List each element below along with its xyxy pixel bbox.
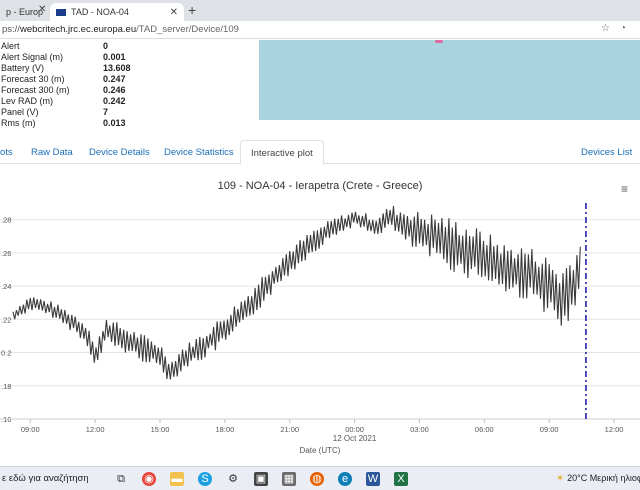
series-line <box>12 205 581 380</box>
x-tick-label: 03:00 <box>410 425 429 434</box>
y-tick-label: .26 <box>1 249 11 258</box>
field-value: 0 <box>103 41 109 51</box>
field-value: 7 <box>103 107 109 117</box>
x-tick-label: 12:00 <box>86 425 105 434</box>
weather-widget[interactable]: ☀ 20°C Μερική ηλιοφ <box>556 473 640 484</box>
tab-device-details[interactable]: Device Details <box>89 147 150 158</box>
sun-icon: ☀ <box>556 473 565 483</box>
tab-2-title: TAD - NOA-04 <box>71 7 129 17</box>
field-label: Forecast 300 (m) <box>1 85 70 95</box>
field-value: 0.242 <box>103 96 126 106</box>
settings-icon[interactable]: ⚙ <box>226 472 240 486</box>
browser-tab-1[interactable]: p - Europ <box>0 3 56 21</box>
chart-svg[interactable]: .28.26.24.220.2.18.16 09:00 12:00 15:00 18:… <box>0 195 640 460</box>
x-tick-label: 09:00 <box>21 425 40 434</box>
firefox-icon[interactable]: ◍ <box>310 472 324 486</box>
field-value: 13.608 <box>103 63 131 73</box>
chrome-icon[interactable]: ◉ <box>142 472 156 486</box>
field-label: Alert Signal (m) <box>1 52 64 62</box>
x-axis-ticks: 09:00 12:00 15:00 18:00 21:00 00:00 03:00 06:00… <box>0 418 640 434</box>
extension-icon[interactable]: ◔ <box>620 23 636 34</box>
url-path: /TAD_server/Device/109 <box>136 24 239 35</box>
tab-plots[interactable]: ots <box>0 147 13 158</box>
x-tick-label: 12:00 <box>605 425 624 434</box>
field-label: Panel (V) <box>1 107 39 117</box>
chart-menu-icon[interactable]: ≡ <box>621 182 628 196</box>
data-row: Battery (V) 13.608 <box>0 63 200 74</box>
x-tick-label: 21:00 <box>280 425 299 434</box>
field-label: Battery (V) <box>1 63 45 73</box>
browser-tab-2[interactable]: TAD - NOA-04 ✕ <box>50 3 184 21</box>
task-view-icon[interactable]: ⧉ <box>114 472 128 486</box>
calculator-icon[interactable]: ▦ <box>282 472 296 486</box>
tab-devices-list[interactable]: Devices List <box>581 147 632 158</box>
taskbar: ε εδώ για αναζήτηση ⧉ ◉ ▬ S ⚙ ▣ ▦ ◍ e W … <box>0 466 640 490</box>
y-axis-ticks: .28.26.24.220.2.18.16 <box>1 216 11 424</box>
new-tab-icon[interactable]: + <box>188 2 196 18</box>
excel-icon[interactable]: X <box>394 472 408 486</box>
field-label: Lev RAD (m) <box>1 96 54 106</box>
store-icon[interactable]: ▣ <box>254 472 268 486</box>
url-text[interactable]: ps://webcritech.jrc.ec.europa.eu/TAD_ser… <box>2 24 239 35</box>
y-tick-label: .24 <box>1 282 11 291</box>
tab-raw-data[interactable]: Raw Data <box>31 147 73 158</box>
y-tick-label: .28 <box>1 216 11 225</box>
field-label: Rms (m) <box>1 118 36 128</box>
url-host: webcritech.jrc.ec.europa.eu <box>19 24 137 35</box>
map-panel[interactable] <box>259 40 640 120</box>
skype-icon[interactable]: S <box>198 472 212 486</box>
word-icon[interactable]: W <box>366 472 380 486</box>
chart-grid <box>0 219 640 420</box>
date-label: 12 Oct 2021 <box>333 434 377 443</box>
data-row: Lev RAD (m) 0.242 <box>0 96 200 107</box>
taskbar-search[interactable]: ε εδώ για αναζήτηση <box>2 473 89 484</box>
address-bar-icons: ☆◔ <box>601 23 636 34</box>
field-value: 0.246 <box>103 85 126 95</box>
x-axis-title: Date (UTC) <box>300 446 341 455</box>
edge-icon[interactable]: e <box>338 472 352 486</box>
data-row: Panel (V) 7 <box>0 107 200 118</box>
field-label: Alert <box>1 41 20 51</box>
url-scheme: ps:// <box>2 24 20 35</box>
star-icon[interactable]: ☆ <box>601 23 620 34</box>
chart-title: 109 - NOA-04 - Ierapetra (Crete - Greece… <box>217 180 423 192</box>
y-tick-label: 0.2 <box>1 349 11 358</box>
device-tabs: ots Raw Data Device Details Device Stati… <box>0 140 640 165</box>
x-tick-label: 15:00 <box>151 425 170 434</box>
data-row: Forecast 300 (m) 0.246 <box>0 85 200 96</box>
x-tick-label: 18:00 <box>215 425 234 434</box>
close-icon[interactable]: ✕ <box>170 7 178 18</box>
map-marker-icon[interactable] <box>435 40 443 43</box>
file-explorer-icon[interactable]: ▬ <box>170 472 184 486</box>
tab-device-statistics[interactable]: Device Statistics <box>164 147 234 158</box>
close-icon[interactable]: ✕ <box>38 4 46 15</box>
data-row: Forecast 30 (m) 0.247 <box>0 74 200 85</box>
address-bar[interactable]: ps://webcritech.jrc.ec.europa.eu/TAD_ser… <box>0 21 640 39</box>
data-row: Alert 0 <box>0 41 200 52</box>
data-row: Alert Signal (m) 0.001 <box>0 52 200 63</box>
field-label: Forecast 30 (m) <box>1 74 65 84</box>
field-value: 0.001 <box>103 52 126 62</box>
data-row: Rms (m) 0.013 <box>0 118 200 129</box>
tab-interactive-plot[interactable]: Interactive plot <box>240 140 324 165</box>
x-tick-label: 09:00 <box>540 425 559 434</box>
x-tick-label: 00:00 <box>345 425 364 434</box>
field-value: 0.013 <box>103 118 126 128</box>
field-value: 0.247 <box>103 74 126 84</box>
weather-text: 20°C Μερική ηλιοφ <box>567 473 640 483</box>
y-tick-label: .18 <box>1 382 11 391</box>
y-tick-label: .22 <box>1 315 11 324</box>
x-tick-label: 06:00 <box>475 425 494 434</box>
browser-tab-bar: p - Europ ✕ TAD - NOA-04 ✕ + <box>0 0 640 21</box>
eu-flag-icon <box>56 9 66 17</box>
